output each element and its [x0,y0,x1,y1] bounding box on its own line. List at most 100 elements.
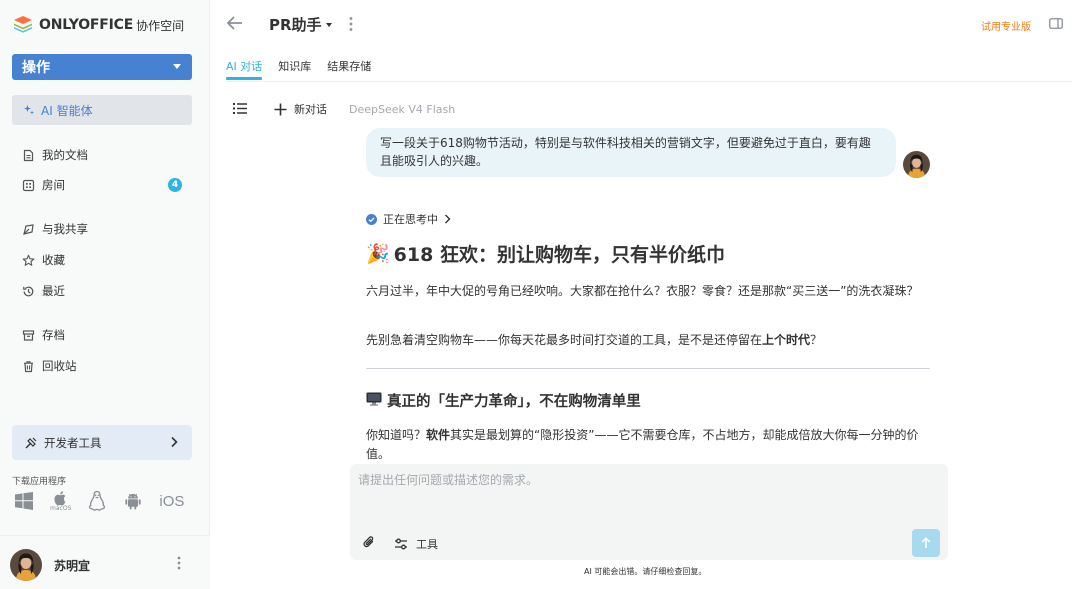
sidebar-item-my-documents[interactable]: 我的文档 [22,146,88,164]
party-popper-icon: 🎉 [366,243,390,265]
recent-icon [23,286,34,296]
macos-app-link[interactable]: macOS [50,490,71,512]
user-name: 苏明宜 [54,559,91,573]
archive-icon [22,329,35,341]
developer-tools-icon [25,437,37,448]
response-paragraph: 先别急着清空购物车——你每天花最多时间打交道的工具，是不是还停留在上个时代？ [366,331,932,350]
tab-ai-chat[interactable]: AI 对话 [226,58,263,80]
paragraph-text: ？ [810,333,823,347]
linux-icon [89,490,106,511]
macos-label: macOS [50,505,72,512]
actions-button[interactable]: 操作 [12,54,192,80]
page-title[interactable]: PR助手 [269,14,332,35]
trash-icon [24,360,33,372]
user-profile-bar[interactable]: 苏明宜 [0,535,210,589]
response-paragraph: 六月过半，年中大促的号角已经吹响。大家都在抢什么？衣服？零食？还是那款“买三送一… [366,284,919,298]
download-apps-label: 下载应用程序 [12,477,67,487]
download-apps-list: macOS iOS [14,490,200,512]
actions-button-label: 操作 [22,60,50,76]
arrow-up-icon [921,537,931,548]
developer-tools-button[interactable]: 开发者工具 [12,425,192,460]
chevron-down-icon [325,22,332,27]
response-title-text: 618 狂欢：别让购物车，只有半价纸巾 [393,244,725,266]
check-badge-icon [366,213,377,225]
document-icon [23,149,34,161]
sidebar-item-label: 最近 [42,284,65,298]
android-icon [125,493,141,510]
paragraph-bold-text: 上个时代 [762,333,811,347]
apple-icon [54,491,66,506]
sidebar-item-label: 回收站 [42,359,77,373]
sidebar-item-archive[interactable]: 存档 [22,326,65,344]
sidebar-item-label: 存档 [42,328,65,342]
sidebar-item-label: 我的文档 [42,148,88,162]
tab-result-storage[interactable]: 结果存储 [327,58,371,80]
response-heading-text: 真正的「生产力革命」，不在购物清单里 [387,394,641,410]
brand-logo[interactable]: ONLYOFFICE 协作空间 [12,13,184,37]
star-icon [22,254,35,266]
tools-button[interactable]: 工具 [394,536,438,552]
linux-app-link[interactable] [87,490,107,512]
tab-knowledge-base[interactable]: 知识库 [278,58,311,80]
toggle-info-panel-icon[interactable] [1049,18,1063,29]
back-arrow-icon[interactable] [226,15,243,31]
chat-history-list-icon[interactable] [233,102,248,115]
sidebar-item-favorites[interactable]: 收藏 [22,251,65,269]
chevron-down-icon [173,64,181,69]
brand-subtitle: 协作空间 [136,18,185,33]
tools-label: 工具 [416,538,438,551]
windows-icon [15,492,33,510]
chevron-right-icon [445,214,451,224]
response-title: 🎉 618 狂欢：别让购物车，只有半价纸巾 [366,240,725,267]
ai-disclaimer: AI 可能会出错。请仔细检查回复。 [584,567,707,576]
brand-name: ONLYOFFICE [39,17,134,33]
sliders-icon [395,538,407,550]
sidebar: ONLYOFFICE 协作空间 操作 AI 智能体 我的文档 房间 4 与我共享… [0,0,210,589]
paragraph-bold-text: 软件 [426,428,451,442]
new-chat-label: 新对话 [294,103,327,116]
tab-bar: AI 对话 知识库 结果存储 [226,58,387,80]
sidebar-item-ai-agents[interactable]: AI 智能体 [12,95,192,125]
paragraph-text: 你知道吗？ [366,428,427,442]
user-message-bubble: 写一段关于618购物节活动，特别是与软件科技相关的营销文字，但要避免过于直白，要… [366,128,896,177]
desktop-computer-icon [366,392,382,410]
content-divider [366,368,930,369]
shared-icon [23,223,34,235]
thinking-status-toggle[interactable]: 正在思考中 [366,211,451,227]
windows-app-link[interactable] [14,491,34,511]
rooms-icon [22,179,35,191]
response-heading: 真正的「生产力革命」，不在购物清单里 [366,390,641,411]
ios-label: iOS [159,492,185,510]
chat-input-placeholder[interactable]: 请提出任何问题或描述您的需求。 [358,471,538,488]
chat-input-box[interactable]: 请提出任何问题或描述您的需求。 工具 [350,464,948,560]
sidebar-item-label: AI 智能体 [41,103,93,118]
avatar[interactable] [10,549,42,581]
sidebar-item-label: 与我共享 [42,222,88,236]
ai-sparkle-icon [24,105,34,115]
avatar [903,151,930,178]
paperclip-icon[interactable] [363,535,375,550]
new-chat-button[interactable]: 新对话 [274,101,327,117]
chevron-right-icon [171,436,178,448]
android-app-link[interactable] [123,491,143,511]
thinking-label: 正在思考中 [383,213,438,226]
developer-tools-label: 开发者工具 [44,435,102,450]
send-button[interactable] [912,529,940,557]
page-title-text: PR助手 [269,16,322,34]
sidebar-item-trash[interactable]: 回收站 [22,357,77,375]
rooms-count-badge: 4 [168,178,182,192]
model-selector[interactable]: DeepSeek V4 Flash [349,103,455,116]
onlyoffice-logo-icon [12,14,34,36]
sidebar-item-rooms[interactable]: 房间 [22,176,65,194]
try-pro-link[interactable]: 试用专业版 [981,18,1031,33]
sidebar-item-label: 房间 [42,178,65,192]
sidebar-item-label: 收藏 [42,253,65,267]
sidebar-item-shared-with-me[interactable]: 与我共享 [22,220,88,238]
paragraph-text: 先别急着清空购物车——你每天花最多时间打交道的工具，是不是还停留在 [366,333,763,347]
ios-app-link[interactable]: iOS [159,493,184,510]
response-paragraph: 你知道吗？软件其实是最划算的“隐形投资”——它不需要仓库，不占地方，却能成倍放大… [366,426,932,464]
plus-icon [274,103,287,115]
more-vertical-icon[interactable] [177,555,181,571]
more-vertical-icon[interactable] [349,16,353,32]
sidebar-item-recent[interactable]: 最近 [22,282,65,300]
